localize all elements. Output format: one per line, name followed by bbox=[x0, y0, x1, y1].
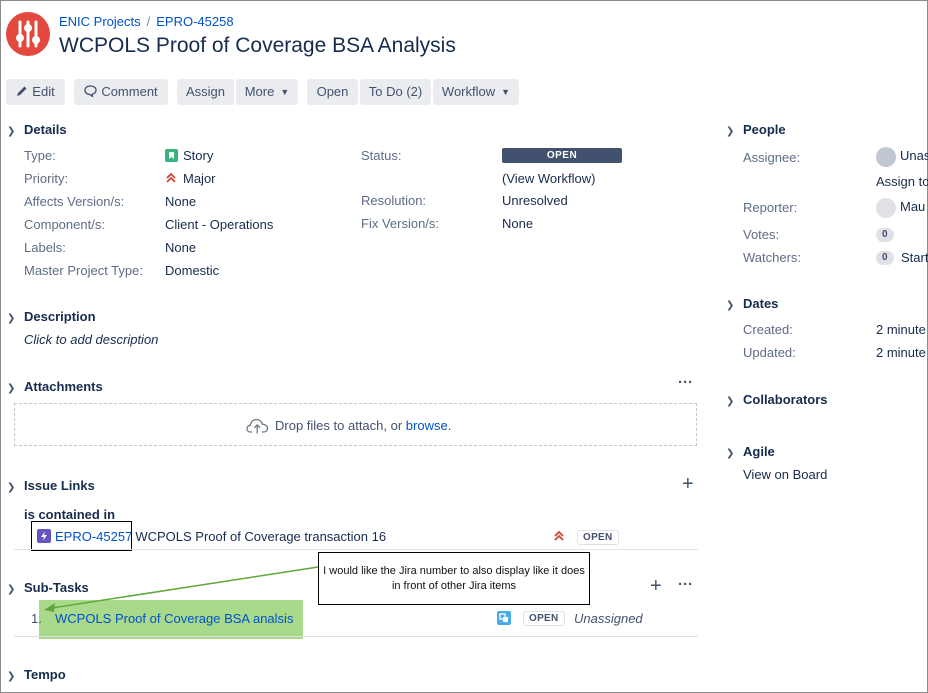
annotation-callout: I would like the Jira number to also dis… bbox=[318, 552, 590, 605]
